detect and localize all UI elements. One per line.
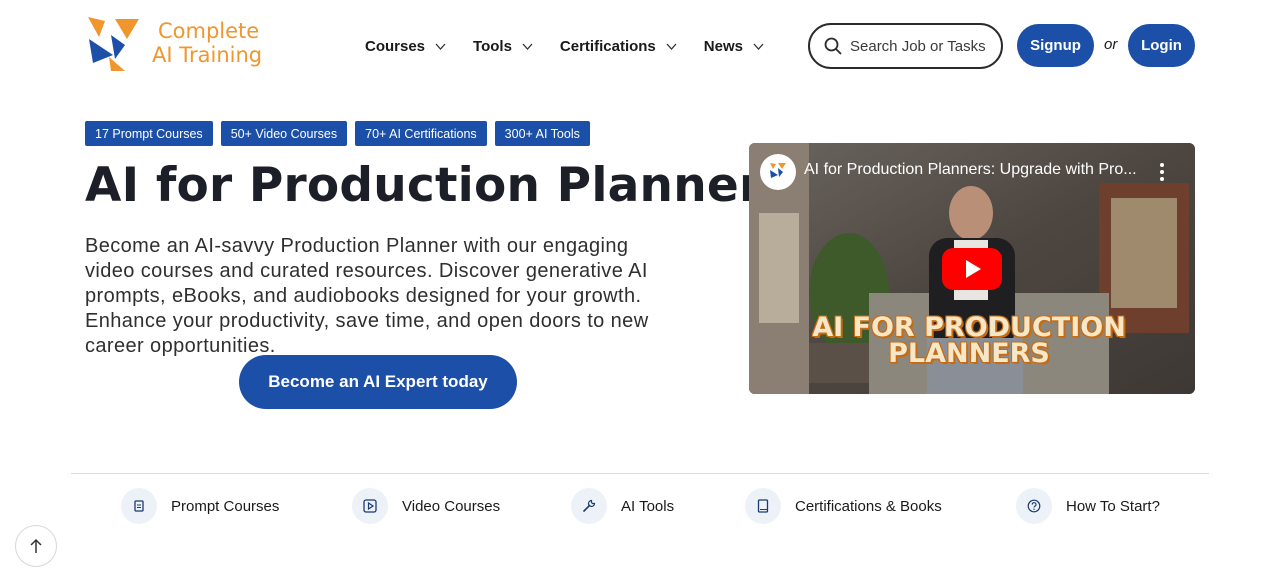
logo-line-2: AI Training bbox=[152, 43, 263, 67]
chevron-down-icon bbox=[522, 43, 533, 50]
stats-badges: 17 Prompt Courses 50+ Video Courses 70+ … bbox=[85, 121, 598, 146]
badge-prompt-courses[interactable]: 17 Prompt Courses bbox=[85, 121, 213, 146]
nav-certifications[interactable]: Certifications bbox=[560, 38, 677, 55]
category-certifications-books[interactable]: Certifications & Books bbox=[745, 488, 942, 524]
nav-news[interactable]: News bbox=[704, 38, 764, 55]
video-play-icon bbox=[352, 488, 388, 524]
logo-text: Complete AI Training bbox=[152, 19, 262, 67]
badge-video-courses[interactable]: 50+ Video Courses bbox=[220, 121, 348, 146]
logo-line-1: Complete bbox=[158, 19, 260, 43]
category-how-to-start[interactable]: How To Start? bbox=[1016, 488, 1160, 524]
arrow-up-icon bbox=[30, 538, 42, 553]
login-button[interactable]: Login bbox=[1128, 24, 1195, 67]
scroll-to-top-button[interactable] bbox=[15, 525, 57, 567]
nav-certifications-label: Certifications bbox=[559, 37, 656, 55]
category-certifications-books-label: Certifications & Books bbox=[795, 497, 942, 515]
video-caption: AI FOR PRODUCTION PLANNERS bbox=[749, 314, 1189, 369]
video-caption-line-2: PLANNERS bbox=[888, 338, 1050, 369]
category-video-courses-label: Video Courses bbox=[402, 497, 501, 515]
nav-tools[interactable]: Tools bbox=[473, 38, 533, 55]
site-header: Complete AI Training Courses Tools Certi… bbox=[0, 0, 1280, 92]
section-divider bbox=[71, 473, 1209, 474]
play-icon[interactable] bbox=[942, 248, 1002, 290]
nav-courses[interactable]: Courses bbox=[365, 38, 446, 55]
channel-avatar-icon[interactable] bbox=[760, 154, 796, 190]
document-icon bbox=[121, 488, 157, 524]
video-title[interactable]: AI for Production Planners: Upgrade with… bbox=[804, 161, 1144, 179]
category-prompt-courses[interactable]: Prompt Courses bbox=[121, 488, 279, 524]
wrench-icon bbox=[571, 488, 607, 524]
nav-tools-label: Tools bbox=[473, 37, 512, 55]
chevron-down-icon bbox=[666, 43, 677, 50]
badge-ai-certifications[interactable]: 70+ AI Certifications bbox=[355, 121, 487, 146]
channel-logo-icon bbox=[770, 163, 786, 178]
category-ai-tools[interactable]: AI Tools bbox=[571, 488, 674, 524]
video-player[interactable]: AI for Production Planners: Upgrade with… bbox=[749, 143, 1195, 394]
or-text: or bbox=[1104, 36, 1118, 53]
logo[interactable]: Complete AI Training bbox=[85, 15, 270, 73]
signup-button[interactable]: Signup bbox=[1017, 24, 1094, 67]
book-icon bbox=[745, 488, 781, 524]
category-nav: Prompt Courses Video Courses AI Tools Ce… bbox=[0, 488, 1280, 528]
category-video-courses[interactable]: Video Courses bbox=[352, 488, 500, 524]
search-placeholder: Search Job or Tasks bbox=[850, 37, 986, 55]
page-title: AI for Production Planners bbox=[85, 158, 791, 213]
question-icon bbox=[1016, 488, 1052, 524]
category-prompt-courses-label: Prompt Courses bbox=[171, 497, 280, 515]
chevron-down-icon bbox=[435, 43, 446, 50]
search-icon bbox=[824, 37, 842, 55]
more-vert-icon[interactable] bbox=[1159, 162, 1165, 182]
main-nav: Courses Tools Certifications News bbox=[365, 34, 791, 58]
logo-icon bbox=[88, 17, 139, 71]
nav-news-label: News bbox=[703, 37, 743, 55]
hero-description: Become an AI-savvy Production Planner wi… bbox=[85, 235, 649, 357]
chevron-down-icon bbox=[753, 43, 764, 50]
badge-ai-tools[interactable]: 300+ AI Tools bbox=[494, 121, 590, 146]
category-ai-tools-label: AI Tools bbox=[621, 497, 675, 515]
become-expert-button[interactable]: Become an AI Expert today bbox=[239, 355, 517, 409]
category-how-to-start-label: How To Start? bbox=[1066, 497, 1160, 515]
search-box[interactable]: Search Job or Tasks bbox=[808, 23, 1003, 69]
nav-courses-label: Courses bbox=[365, 37, 426, 55]
